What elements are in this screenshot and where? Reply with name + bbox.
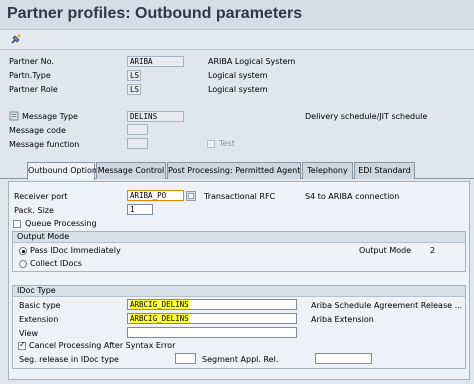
receiver-port-field[interactable]: ARIBA_PO xyxy=(127,190,184,201)
message-type-label: Message Type xyxy=(22,112,78,121)
title-bar: Partner profiles: Outbound parameters xyxy=(0,0,474,30)
extension-desc: Ariba Extension xyxy=(311,315,374,324)
pack-size-label: Pack. Size xyxy=(14,206,54,215)
partner-no-field[interactable]: ARIBA xyxy=(127,56,184,67)
view-field[interactable] xyxy=(127,327,297,338)
partn-type-desc: Logical system xyxy=(208,71,268,80)
tab-post-processing[interactable]: Post Processing: Permitted Agent xyxy=(167,162,301,179)
basic-type-value: ARBCIG_DELINS xyxy=(130,300,189,309)
test-label: Test xyxy=(219,139,235,148)
partn-type-label: Partn.Type xyxy=(9,71,51,80)
search-help-icon[interactable] xyxy=(186,191,196,201)
extension-field[interactable]: ARBCIG_DELINS xyxy=(127,313,297,324)
seg-release-field[interactable] xyxy=(175,353,196,364)
collect-idocs-label: Collect IDocs xyxy=(30,259,82,268)
pack-size-field[interactable]: 1 xyxy=(127,204,153,215)
tab-edi-standard[interactable]: EDI Standard xyxy=(354,162,415,179)
output-mode-header: Output Mode xyxy=(13,232,465,243)
test-checkbox[interactable] xyxy=(207,140,215,148)
tab-telephony[interactable]: Telephony xyxy=(302,162,353,179)
partner-no-label: Partner No. xyxy=(9,57,54,66)
partn-type-field[interactable]: LS xyxy=(127,70,141,81)
basic-type-label: Basic type xyxy=(19,301,61,310)
queue-processing-label: Queue Processing xyxy=(25,219,97,228)
cancel-processing-checkbox[interactable] xyxy=(18,340,26,350)
output-mode-value: 2 xyxy=(430,246,436,255)
receiver-port-label: Receiver port xyxy=(14,192,68,201)
queue-processing-checkbox[interactable] xyxy=(13,220,21,228)
cancel-processing-label: Cancel Processing After Syntax Error xyxy=(29,341,176,350)
extension-label: Extension xyxy=(19,315,59,324)
toolbar xyxy=(0,30,474,50)
seg-release-label: Seg. release in IDoc type xyxy=(19,355,119,364)
display-change-icon[interactable] xyxy=(10,33,22,45)
message-type-desc: Delivery schedule/JIT schedule xyxy=(305,112,428,121)
message-code-field[interactable] xyxy=(127,124,148,135)
view-label: View xyxy=(19,329,38,338)
pass-idoc-immediately-label: Pass IDoc Immediately xyxy=(30,246,121,255)
partner-no-desc: ARIBA Logical System xyxy=(208,57,296,66)
window-title: Partner profiles: Outbound parameters xyxy=(7,5,303,22)
message-type-icon xyxy=(9,111,19,121)
receiver-port-type: Transactional RFC xyxy=(204,192,276,201)
message-function-field[interactable] xyxy=(127,138,148,149)
message-code-label: Message code xyxy=(9,126,66,135)
receiver-port-desc: S4 to ARIBA connection xyxy=(305,192,400,201)
tab-strip: Outbound Options Message Control Post Pr… xyxy=(0,162,474,180)
tab-outbound-options[interactable]: Outbound Options xyxy=(27,162,101,180)
tab-message-control[interactable]: Message Control xyxy=(96,162,166,179)
basic-type-field[interactable]: ARBCIG_DELINS xyxy=(127,299,297,310)
partner-role-label: Partner Role xyxy=(9,85,58,94)
basic-type-desc: Ariba Schedule Agreement Release ... xyxy=(311,301,463,310)
extension-value: ARBCIG_DELINS xyxy=(130,314,189,323)
segment-appl-rel-field[interactable] xyxy=(315,353,372,364)
segment-appl-rel-label: Segment Appl. Rel. xyxy=(202,355,279,364)
partner-role-desc: Logical system xyxy=(208,85,268,94)
message-type-field[interactable]: DELINS xyxy=(127,111,184,122)
collect-idocs-radio[interactable] xyxy=(19,260,27,268)
message-function-label: Message function xyxy=(9,140,80,149)
pass-idoc-immediately-radio[interactable] xyxy=(19,247,27,255)
partner-role-field[interactable]: LS xyxy=(127,84,141,95)
idoc-type-header: IDoc Type xyxy=(13,286,465,297)
output-mode-label: Output Mode xyxy=(359,246,412,255)
